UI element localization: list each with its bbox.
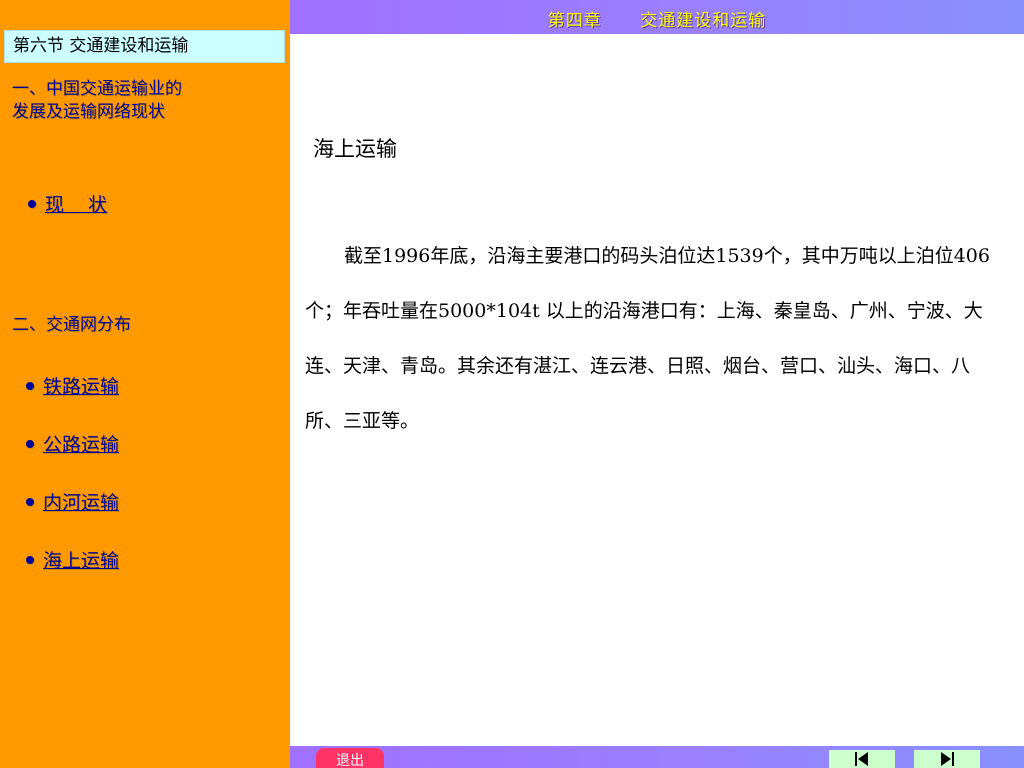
sidebar-link-railway[interactable]: 铁路运输 <box>43 372 119 399</box>
sidebar: 第六节 交通建设和运输 一、中国交通运输业的 发展及运输网络现状 现 状 二、交… <box>0 0 290 768</box>
skip-to-end-icon <box>941 752 954 766</box>
sidebar-item-status[interactable]: 现 状 <box>28 190 107 217</box>
bullet-icon <box>28 199 36 208</box>
first-page-button[interactable] <box>829 750 895 768</box>
skip-to-start-icon <box>855 752 868 766</box>
heading-line-2: 发展及运输网络现状 <box>12 102 165 122</box>
content-paragraph: 截至1996年底，沿海主要港口的码头泊位达1539个，其中万吨以上泊位406个；… <box>305 245 990 432</box>
exit-button[interactable]: 退出 <box>316 748 384 768</box>
heading-line-1: 一、中国交通运输业的 <box>12 79 182 99</box>
bullet-icon <box>26 555 34 564</box>
sidebar-link-highway[interactable]: 公路运输 <box>43 430 119 457</box>
sidebar-item-highway[interactable]: 公路运输 <box>26 430 119 457</box>
page-title: 海上运输 <box>313 137 397 161</box>
sidebar-link-maritime[interactable]: 海上运输 <box>43 546 119 573</box>
sidebar-item-maritime[interactable]: 海上运输 <box>26 546 119 573</box>
sidebar-link-inland-water[interactable]: 内河运输 <box>43 488 119 515</box>
sidebar-item-railway[interactable]: 铁路运输 <box>26 372 119 399</box>
heading-current-status: 一、中国交通运输业的 发展及运输网络现状 <box>12 78 182 124</box>
bullet-icon <box>26 439 34 448</box>
section-title: 第六节 交通建设和运输 <box>4 30 285 63</box>
sidebar-item-inland-water[interactable]: 内河运输 <box>26 488 119 515</box>
bullet-icon <box>26 497 34 506</box>
bullet-icon <box>26 381 34 390</box>
heading-network-distribution: 二、交通网分布 <box>12 315 131 335</box>
chapter-title: 第四章 交通建设和运输 <box>547 11 767 31</box>
sidebar-link-status[interactable]: 现 状 <box>45 190 107 217</box>
chapter-header-bar: 第四章 交通建设和运输 <box>290 0 1024 34</box>
last-page-button[interactable] <box>914 750 980 768</box>
